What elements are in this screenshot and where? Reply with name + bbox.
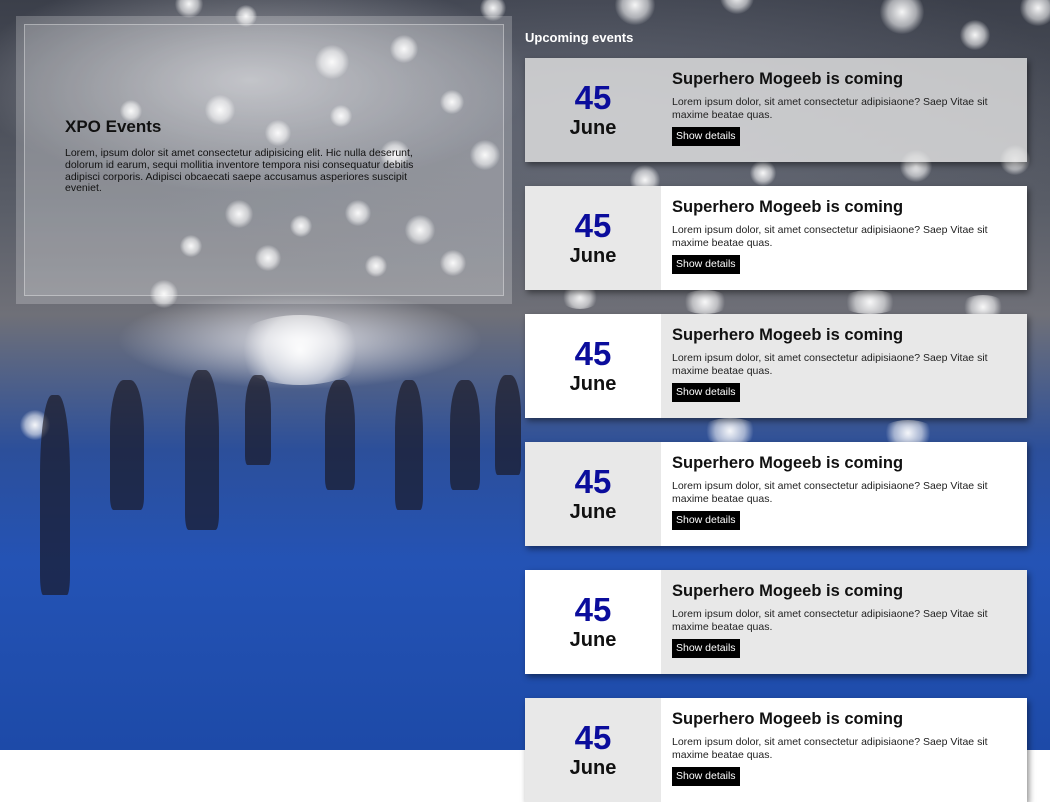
event-date: 45 June xyxy=(525,570,661,674)
event-day: 45 xyxy=(574,719,612,756)
event-title: Superhero Mogeeb is coming xyxy=(672,198,904,216)
event-day: 45 xyxy=(574,591,612,628)
event-info: Superhero Mogeeb is coming Lorem ipsum d… xyxy=(661,186,1027,290)
event-card: 45 June Superhero Mogeeb is coming Lorem… xyxy=(525,186,1027,290)
event-card: 45 June Superhero Mogeeb is coming Lorem… xyxy=(525,698,1027,802)
event-info: Superhero Mogeeb is coming Lorem ipsum d… xyxy=(661,58,1027,162)
event-month: June xyxy=(569,373,617,395)
hero-description: Lorem, ipsum dolor sit amet consectetur … xyxy=(65,147,414,195)
event-description: Lorem ipsum dolor, sit amet consectetur … xyxy=(672,480,988,505)
event-month: June xyxy=(569,629,617,651)
event-description: Lorem ipsum dolor, sit amet consectetur … xyxy=(672,608,988,633)
event-info: Superhero Mogeeb is coming Lorem ipsum d… xyxy=(661,314,1027,418)
event-title: Superhero Mogeeb is coming xyxy=(672,326,904,344)
show-details-button[interactable]: Show details xyxy=(672,255,740,274)
upcoming-events-heading: Upcoming events xyxy=(525,30,634,45)
event-title: Superhero Mogeeb is coming xyxy=(672,70,904,88)
event-date: 45 June xyxy=(525,314,661,418)
event-card: 45 June Superhero Mogeeb is coming Lorem… xyxy=(525,314,1027,418)
site-title: XPO Events xyxy=(65,117,162,136)
event-info: Superhero Mogeeb is coming Lorem ipsum d… xyxy=(661,442,1027,546)
event-card: 45 June Superhero Mogeeb is coming Lorem… xyxy=(525,570,1027,674)
event-info: Superhero Mogeeb is coming Lorem ipsum d… xyxy=(661,698,1027,802)
event-month: June xyxy=(569,245,617,267)
event-info: Superhero Mogeeb is coming Lorem ipsum d… xyxy=(661,570,1027,674)
event-month: June xyxy=(569,117,617,139)
event-date: 45 June xyxy=(525,442,661,546)
event-description: Lorem ipsum dolor, sit amet consectetur … xyxy=(672,736,988,761)
event-date: 45 June xyxy=(525,698,661,802)
event-day: 45 xyxy=(574,79,612,116)
show-details-button[interactable]: Show details xyxy=(672,639,740,658)
event-title: Superhero Mogeeb is coming xyxy=(672,710,904,728)
event-date: 45 June xyxy=(525,58,661,162)
event-month: June xyxy=(569,757,617,779)
event-month: June xyxy=(569,501,617,523)
event-description: Lorem ipsum dolor, sit amet consectetur … xyxy=(672,96,988,121)
event-title: Superhero Mogeeb is coming xyxy=(672,454,904,472)
show-details-button[interactable]: Show details xyxy=(672,383,740,402)
event-description: Lorem ipsum dolor, sit amet consectetur … xyxy=(672,352,988,377)
event-day: 45 xyxy=(574,463,612,500)
event-card: 45 June Superhero Mogeeb is coming Lorem… xyxy=(525,442,1027,546)
event-day: 45 xyxy=(574,207,612,244)
event-date: 45 June xyxy=(525,186,661,290)
event-description: Lorem ipsum dolor, sit amet consectetur … xyxy=(672,224,988,249)
event-title: Superhero Mogeeb is coming xyxy=(672,582,904,600)
show-details-button[interactable]: Show details xyxy=(672,511,740,530)
event-day: 45 xyxy=(574,335,612,372)
show-details-button[interactable]: Show details xyxy=(672,767,740,786)
event-card: 45 June Superhero Mogeeb is coming Lorem… xyxy=(525,58,1027,162)
hero-panel: XPO Events Lorem, ipsum dolor sit amet c… xyxy=(16,16,512,304)
show-details-button[interactable]: Show details xyxy=(672,127,740,146)
